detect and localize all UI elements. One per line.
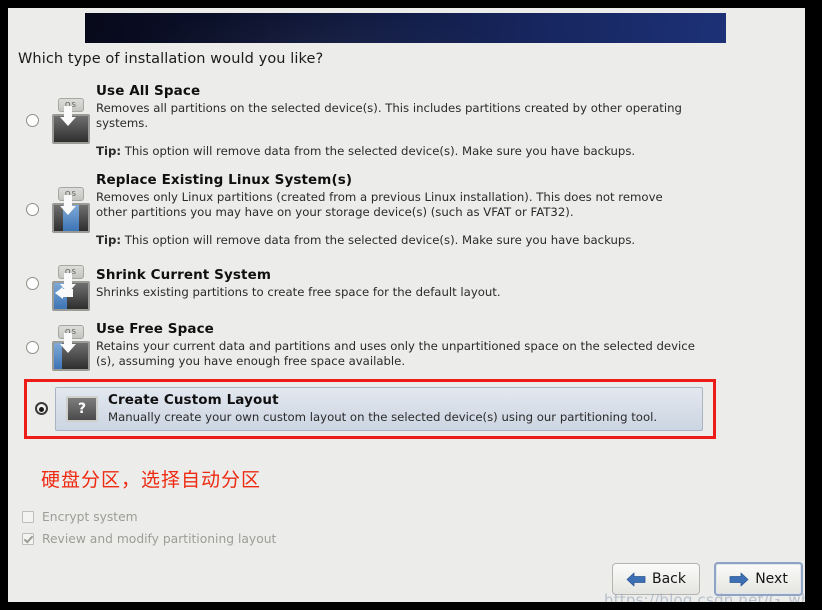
icon-cell: OS — [46, 81, 96, 146]
option-tip: Tip: This option will remove data from t… — [96, 144, 718, 158]
checkbox-row-review-modify-partitioning[interactable]: Review and modify partitioning layout — [22, 532, 276, 546]
radio-use-free-space[interactable] — [25, 341, 39, 354]
option-tip-label: Tip: — [96, 144, 122, 158]
arrow-left-icon — [626, 572, 646, 586]
option-title: Shrink Current System — [96, 267, 271, 283]
option-text: Create Custom Layout Manually create you… — [108, 392, 702, 425]
checkbox-label: Review and modify partitioning layout — [42, 532, 277, 546]
annotation-text: 硬盘分区，选择自动分区 — [41, 469, 262, 491]
radio-cell[interactable] — [27, 402, 55, 415]
next-button-label: Next — [755, 571, 788, 587]
option-row-use-free-space[interactable]: OS Use Free Space Retains your current d… — [18, 319, 718, 373]
option-row-shrink-current-system[interactable]: OS Shrink Current System Shrinks existin… — [18, 265, 718, 313]
disk-segment-dark — [79, 205, 88, 231]
icon-cell: ? — [56, 395, 108, 422]
checkbox-row-encrypt-system[interactable]: Encrypt system — [22, 510, 138, 524]
radio-cell[interactable] — [18, 319, 46, 354]
option-title: Create Custom Layout — [108, 392, 279, 408]
header-banner — [85, 13, 726, 43]
option-title: Replace Existing Linux System(s) — [96, 172, 353, 188]
option-row-create-custom-layout[interactable]: ? Create Custom Layout Manually create y… — [24, 379, 716, 439]
icon-cell: OS — [46, 319, 96, 373]
disk-install-icon: OS — [49, 98, 93, 146]
selected-option-panel[interactable]: ? Create Custom Layout Manually create y… — [55, 386, 703, 431]
page-title: Which type of installation would you lik… — [18, 51, 324, 67]
option-title: Use All Space — [96, 83, 201, 99]
watermark: https://blog.csdn.net/G_whang — [604, 591, 805, 602]
installer-window: Which type of installation would you lik… — [8, 8, 805, 602]
option-text: Replace Existing Linux System(s) Removes… — [96, 170, 718, 247]
disk-shrink-icon: OS — [49, 265, 93, 313]
option-row-replace-existing-linux[interactable]: OS Replace Existing Linux System(s) Remo… — [18, 170, 718, 247]
option-description: Removes all partitions on the selected d… — [96, 101, 682, 130]
banner-sheen — [85, 13, 726, 43]
option-description: Manually create your own custom layout o… — [108, 410, 658, 424]
disk-freespace-icon: OS — [49, 325, 93, 373]
option-row-use-all-space[interactable]: OS Use All Space Removes all partitions … — [18, 81, 718, 158]
arrow-right-icon — [729, 572, 749, 586]
radio-cell[interactable] — [18, 265, 46, 290]
option-text: Use All Space Removes all partitions on … — [96, 81, 718, 158]
icon-cell: OS — [46, 265, 96, 313]
disk-replace-icon: OS — [49, 187, 93, 235]
radio-shrink-current-system[interactable] — [25, 277, 39, 290]
radio-cell[interactable] — [18, 170, 46, 216]
option-title: Use Free Space — [96, 321, 214, 337]
radio-use-all-space[interactable] — [25, 114, 39, 127]
option-text: Shrink Current System Shrinks existing p… — [96, 265, 718, 300]
option-description: Retains your current data and partitions… — [96, 339, 695, 368]
radio-replace-existing-linux[interactable] — [25, 203, 39, 216]
checkbox-encrypt-system[interactable] — [22, 511, 34, 523]
option-tip-label: Tip: — [96, 233, 122, 247]
icon-cell: OS — [46, 170, 96, 235]
option-description: Removes only Linux partitions (created f… — [96, 190, 663, 219]
option-tip-text: This option will remove data from the se… — [121, 144, 636, 158]
back-button-label: Back — [652, 571, 686, 587]
option-text: Use Free Space Retains your current data… — [96, 319, 718, 369]
option-tip-text: This option will remove data from the se… — [121, 233, 636, 247]
option-tip: Tip: This option will remove data from t… — [96, 233, 718, 247]
checkbox-review-modify-partitioning[interactable] — [22, 533, 34, 545]
checkbox-label: Encrypt system — [42, 510, 138, 524]
radio-create-custom-layout[interactable] — [34, 402, 48, 415]
question-mark-icon: ? — [66, 395, 98, 422]
option-description: Shrinks existing partitions to create fr… — [96, 285, 501, 299]
radio-cell[interactable] — [18, 81, 46, 127]
